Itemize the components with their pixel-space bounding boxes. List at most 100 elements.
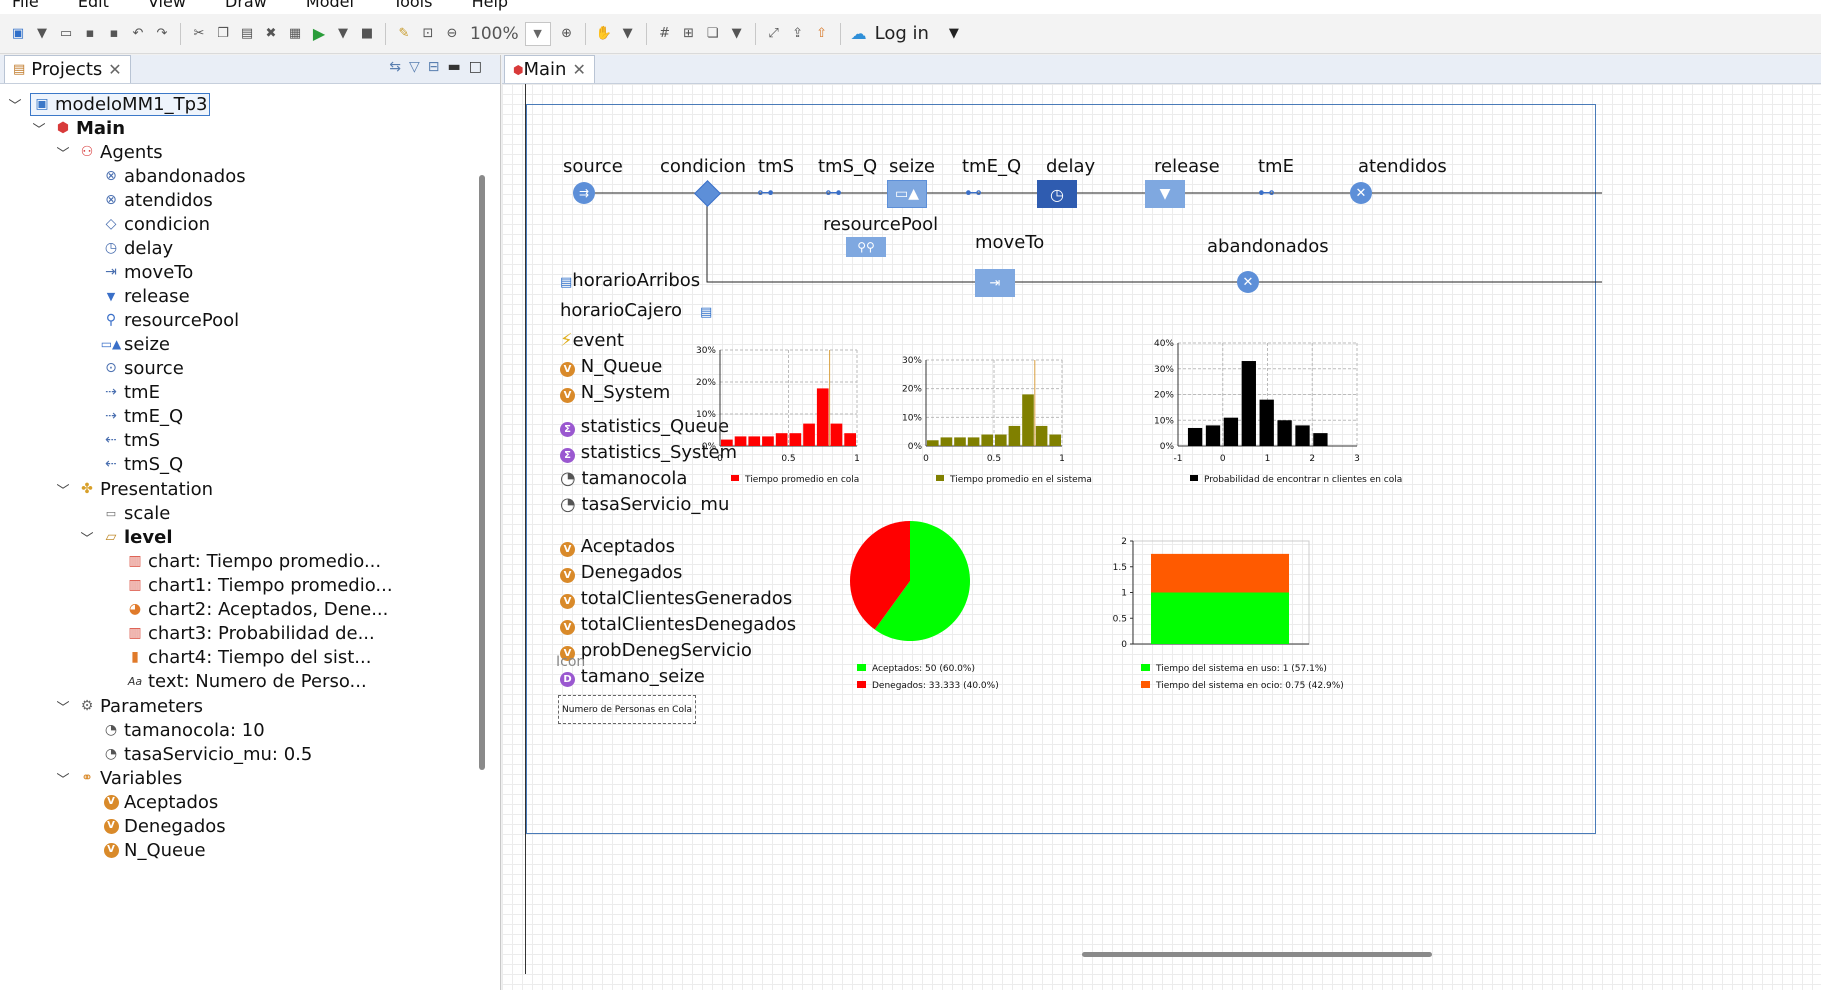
pie-legend-swatch (857, 664, 866, 671)
group-dropdown-icon[interactable]: ▼ (728, 25, 746, 43)
tree-item-text[interactable]: Aa text: Numero de Perso... (126, 668, 367, 694)
new-model-icon[interactable]: ▣ (9, 25, 27, 43)
resource-pool-icon: ⚲ (105, 312, 117, 328)
tree-item-chart4[interactable]: ▮ chart4: Tiempo del sist... (126, 644, 371, 670)
tree-item-tasaservicio[interactable]: ◔ tasaServicio_mu: 0.5 (102, 741, 312, 767)
zoom-dropdown[interactable]: ▼ (524, 21, 551, 46)
tree-node-parameters[interactable]: ﹀ ⚙ Parameters (54, 693, 203, 719)
paste-icon[interactable]: ▤ (238, 25, 256, 43)
tree-item-aceptados[interactable]: V Aceptados (102, 789, 218, 815)
menu-file[interactable]: File (12, 0, 39, 11)
group-icon[interactable]: ❏ (704, 25, 722, 43)
tree-item-delay[interactable]: ◷ delay (102, 235, 173, 261)
projects-tab[interactable]: ▤ Projects ✕ (4, 55, 131, 83)
tree-node-model[interactable]: ﹀ ▣ modeloMM1_Tp3 (6, 91, 211, 117)
tree-node-level[interactable]: ﹀ ▱ level (78, 524, 172, 550)
save-all-icon[interactable]: ▪ (105, 25, 123, 43)
build-icon[interactable]: ▦ (286, 25, 304, 43)
chevron-down-icon[interactable]: ﹀ (30, 119, 48, 138)
tree-item-resourcepool[interactable]: ⚲ resourcePool (102, 307, 239, 333)
tree-item-scale[interactable]: ▭ scale (102, 500, 171, 526)
login-dropdown-icon[interactable]: ▼ (945, 25, 963, 43)
pan-dropdown-icon[interactable]: ▼ (619, 25, 637, 43)
tree-node-presentation[interactable]: ﹀ ✤ Presentation (54, 476, 213, 502)
dropdown-arrow-icon[interactable]: ▼ (33, 25, 51, 43)
chevron-down-icon[interactable]: ﹀ (54, 769, 72, 788)
tree-item-moveto[interactable]: ⇥ moveTo (102, 259, 193, 285)
tree-item-atendidos[interactable]: ⊗ atendidos (102, 187, 213, 213)
upload-icon[interactable]: ⇧ (813, 25, 831, 43)
chart-system-time-bar (1022, 394, 1034, 446)
tree-item-chart1[interactable]: ▥ chart1: Tiempo promedio... (126, 572, 392, 598)
tree-item-condicion[interactable]: ◇ condicion (102, 211, 210, 237)
main-tab[interactable]: ⬢ Main ✕ (504, 55, 595, 83)
tree-item-denegados[interactable]: V Denegados (102, 813, 226, 839)
close-icon[interactable]: ✕ (572, 60, 585, 79)
run-icon[interactable]: ▶ (310, 24, 328, 43)
tree-item-chart[interactable]: ▥ chart: Tiempo promedio... (126, 548, 381, 574)
variables-icon: ⚭ (81, 770, 93, 786)
save-icon[interactable]: ▪ (81, 25, 99, 43)
chevron-down-icon[interactable]: ﹀ (54, 143, 72, 162)
menu-help[interactable]: Help (472, 0, 508, 11)
tree-item-seize[interactable]: ▭▲ seize (101, 331, 170, 357)
chevron-down-icon[interactable]: ﹀ (54, 480, 72, 499)
tree-item-n-queue[interactable]: V N_Queue (102, 837, 206, 863)
open-icon[interactable]: ▭ (57, 25, 75, 43)
menu-edit[interactable]: Edit (78, 0, 109, 11)
filter-icon[interactable]: ▽ (409, 59, 428, 75)
chevron-down-icon[interactable]: ﹀ (54, 697, 72, 716)
tree-item-abandonados[interactable]: ⊗ abandonados (102, 163, 245, 189)
projects-icon: ▤ (13, 62, 26, 77)
delete-icon[interactable]: ✖ (262, 25, 280, 43)
histogram-icon: ▥ (128, 625, 142, 641)
grid-icon[interactable]: # (656, 25, 674, 43)
sync-icon[interactable]: ⇆ (389, 59, 409, 75)
minimize-icon[interactable]: ▬ (448, 59, 469, 75)
pencil-icon[interactable]: ✎ (395, 25, 413, 43)
zoom-in-icon[interactable]: ⊕ (558, 25, 576, 43)
cloud-icon[interactable]: ☁ (850, 24, 868, 43)
tree-item-tamanocola[interactable]: ◔ tamanocola: 10 (102, 717, 265, 743)
menu-model[interactable]: Model (306, 0, 354, 11)
zoom-fit-icon[interactable]: ⊡ (419, 25, 437, 43)
collapse-icon[interactable]: ⊟ (428, 59, 448, 75)
login-button[interactable]: Log in (875, 23, 929, 44)
tree-item-tme-q[interactable]: ⇢ tmE_Q (102, 403, 183, 429)
export-icon[interactable]: ⇪ (789, 25, 807, 43)
toolbar-separator (645, 22, 647, 45)
maximize-icon[interactable]: □ (469, 59, 490, 75)
zoom-out-icon[interactable]: ⊖ (443, 25, 461, 43)
menu-view[interactable]: View (148, 0, 186, 11)
menu-tools[interactable]: Tools (393, 0, 432, 11)
zoom-level[interactable]: 100% (470, 24, 519, 44)
tree-item-tms-q[interactable]: ⇠ tmS_Q (102, 451, 183, 477)
redo-icon[interactable]: ↷ (153, 25, 171, 43)
menu-bar: File Edit View Draw Model Tools Help (0, 0, 1821, 14)
tree-node-main[interactable]: ﹀ ⬢ Main (30, 115, 125, 141)
cut-icon[interactable]: ✂ (190, 25, 208, 43)
connect-icon[interactable]: ⤢ (765, 25, 783, 43)
run-dropdown-icon[interactable]: ▼ (334, 25, 352, 43)
tree-item-tme[interactable]: ⇢ tmE (102, 379, 160, 405)
tree-item-tms[interactable]: ⇠ tmS (102, 427, 160, 453)
menu-draw[interactable]: Draw (225, 0, 267, 11)
model-canvas[interactable]: ⇉ ⊶ ⊶ ▭▲ ⊷ ◷ ▼ ⊷ ✕ ⚲⚲ ⇥ ✕ source condici… (502, 84, 1821, 990)
copy-icon[interactable]: ❐ (214, 25, 232, 43)
tree-item-release[interactable]: ▼ release (102, 283, 190, 309)
tree-node-agents[interactable]: ﹀ ⚇ Agents (54, 139, 162, 165)
chevron-down-icon[interactable]: ﹀ (6, 95, 24, 114)
undo-icon[interactable]: ↶ (129, 25, 147, 43)
chart-system-time-bar (954, 437, 966, 446)
canvas-scrollbar[interactable] (1082, 952, 1432, 957)
chevron-down-icon[interactable]: ﹀ (78, 528, 96, 547)
tree-item-chart3[interactable]: ▥ chart3: Probabilidad de... (126, 620, 374, 646)
close-icon[interactable]: ✕ (108, 60, 121, 79)
tree-item-source[interactable]: ⊙ source (102, 355, 184, 381)
tree-node-variables[interactable]: ﹀ ⚭ Variables (54, 765, 182, 791)
tree-item-chart2[interactable]: ◕ chart2: Aceptados, Dene... (126, 596, 388, 622)
tree-scrollbar[interactable] (479, 175, 485, 770)
pan-icon[interactable]: ✋ (595, 25, 613, 43)
layout-icon[interactable]: ⊞ (680, 25, 698, 43)
stop-icon[interactable]: ■ (358, 25, 376, 43)
